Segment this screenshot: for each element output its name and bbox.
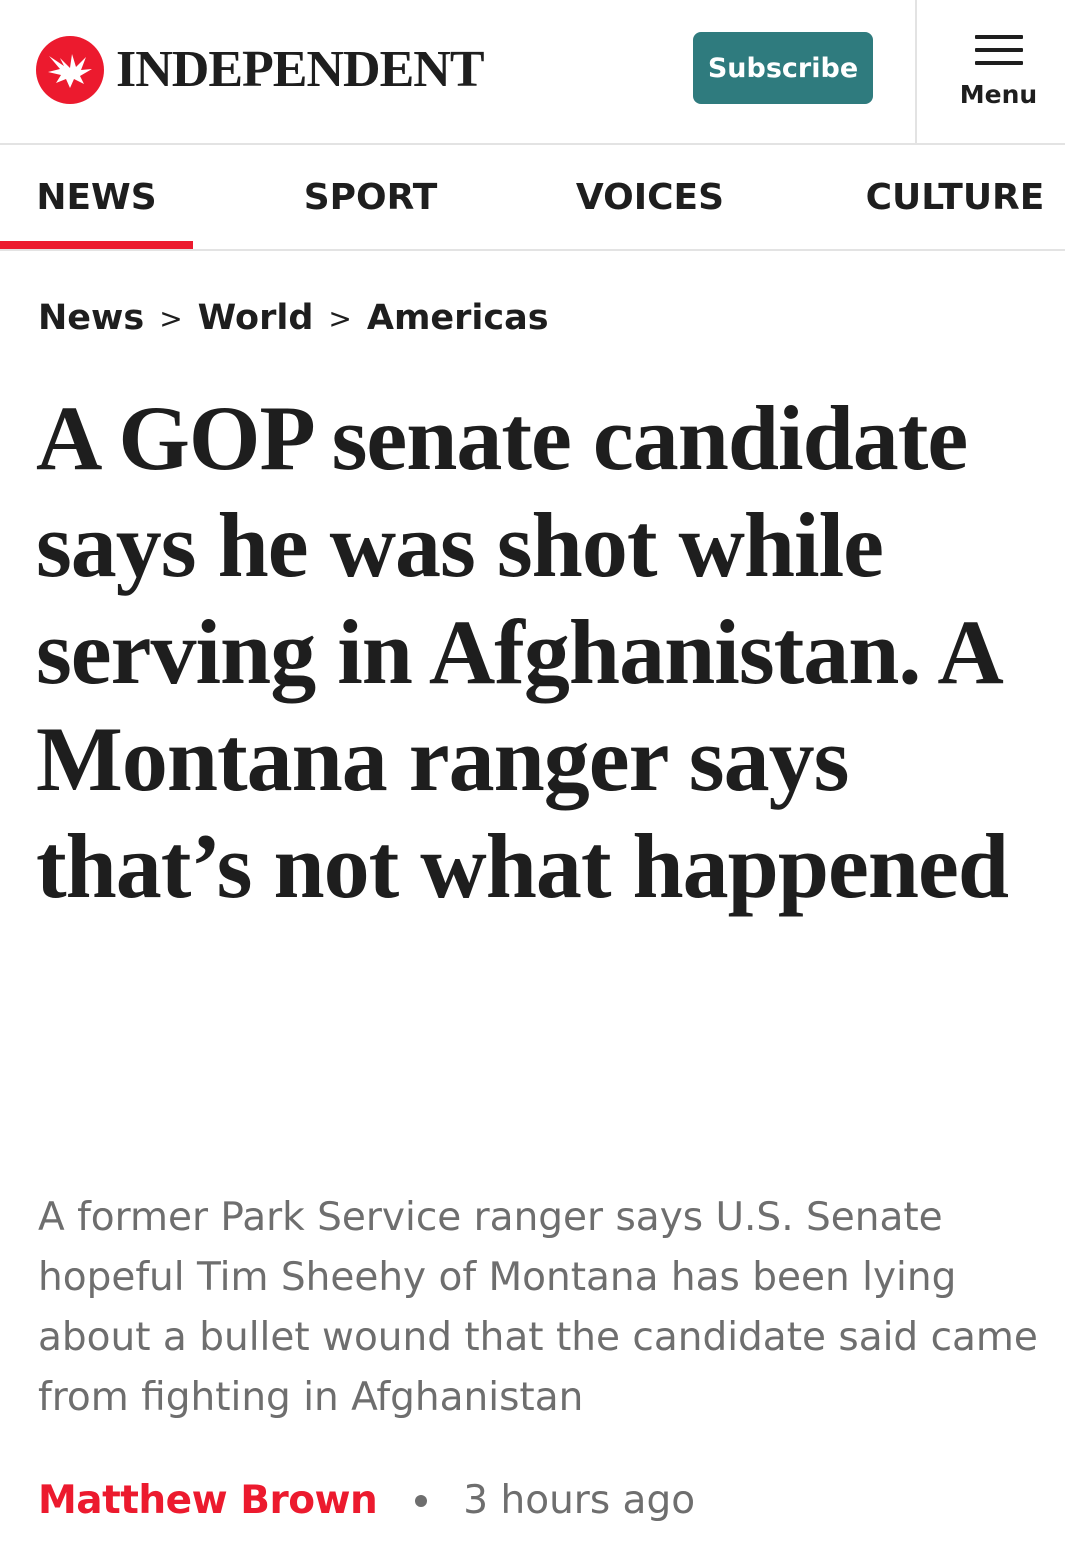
nav-tab-culture[interactable]: CULTURE bbox=[855, 145, 1055, 249]
section-nav: NEWS SPORT VOICES CULTURE bbox=[0, 145, 1065, 251]
article-standfirst: A former Park Service ranger says U.S. S… bbox=[38, 1195, 1038, 1420]
nav-tab-news[interactable]: NEWS bbox=[0, 145, 193, 249]
menu-button[interactable]: Menu bbox=[917, 0, 1065, 143]
author-link[interactable]: Matthew Brown bbox=[38, 1478, 378, 1523]
breadcrumb-news[interactable]: News bbox=[38, 298, 144, 338]
eagle-icon bbox=[36, 36, 104, 104]
publish-time: 3 hours ago bbox=[463, 1478, 696, 1523]
breadcrumb-world[interactable]: World bbox=[198, 298, 314, 338]
logo-wordmark: INDEPENDENT bbox=[116, 41, 484, 98]
site-logo[interactable]: INDEPENDENT bbox=[36, 36, 484, 104]
subscribe-button[interactable]: Subscribe bbox=[693, 32, 873, 104]
breadcrumb-separator: > bbox=[159, 301, 183, 335]
site-header: INDEPENDENT Subscribe Menu bbox=[0, 0, 1065, 145]
byline-separator-dot bbox=[415, 1494, 428, 1507]
breadcrumb-separator: > bbox=[328, 301, 352, 335]
breadcrumb: News > World > Americas bbox=[38, 298, 549, 338]
menu-label: Menu bbox=[959, 80, 1038, 109]
nav-tab-voices[interactable]: VOICES bbox=[560, 145, 740, 249]
article-byline: Matthew Brown 3 hours ago bbox=[38, 1478, 695, 1523]
breadcrumb-americas[interactable]: Americas bbox=[367, 298, 549, 338]
hamburger-menu-icon bbox=[975, 35, 1023, 65]
nav-tab-sport[interactable]: SPORT bbox=[283, 145, 458, 249]
article-headline: A GOP senate candidate says he was shot … bbox=[36, 387, 1009, 917]
